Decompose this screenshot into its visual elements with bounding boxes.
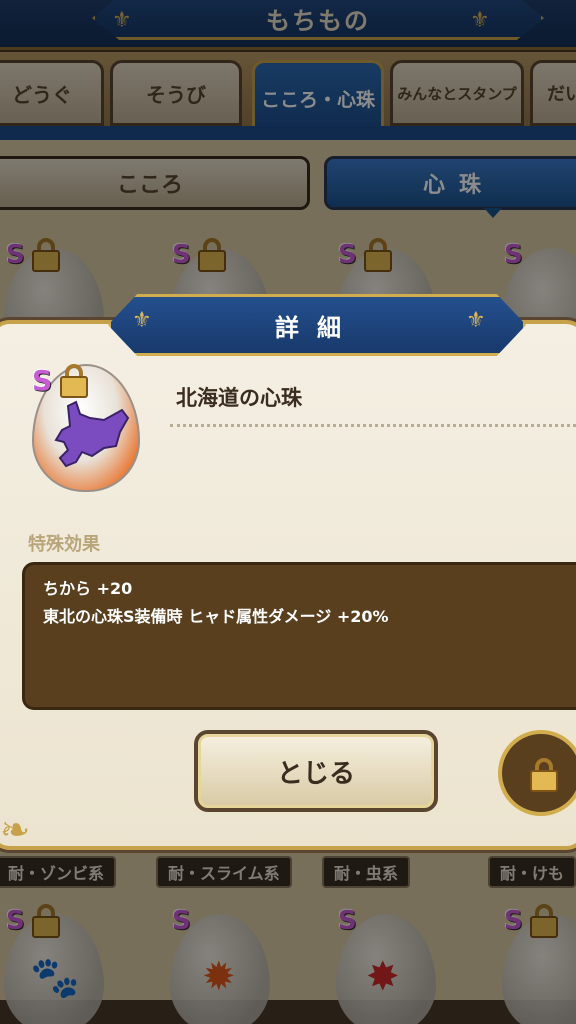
effect-label: 特殊効果 [28,534,100,555]
lock-toggle-button[interactable] [498,730,576,816]
divider [170,424,576,427]
modal-title: 詳細 [275,313,359,342]
item-orb-image: S [30,362,142,492]
fleur-de-lis-icon: ⚜ [132,308,152,333]
rank-badge: S [32,364,53,397]
modal-header: 詳細 [108,294,526,356]
close-button-label: とじる [276,758,355,789]
close-button[interactable]: とじる [194,730,438,812]
lock-icon [530,758,558,792]
effect-line: ちから +20 [43,579,133,598]
item-name: 北海道の心珠 [176,386,302,410]
lock-icon [60,364,88,398]
effect-box: ちから +20 東北の心珠S装備時 ヒャド属性ダメージ +20% [22,562,576,710]
corner-ornament-icon: ❧ [0,810,31,851]
effect-line: 東北の心珠S装備時 ヒャド属性ダメージ +20% [43,607,389,626]
fleur-de-lis-icon: ⚜ [466,308,486,333]
hokkaido-map-icon [54,400,130,468]
